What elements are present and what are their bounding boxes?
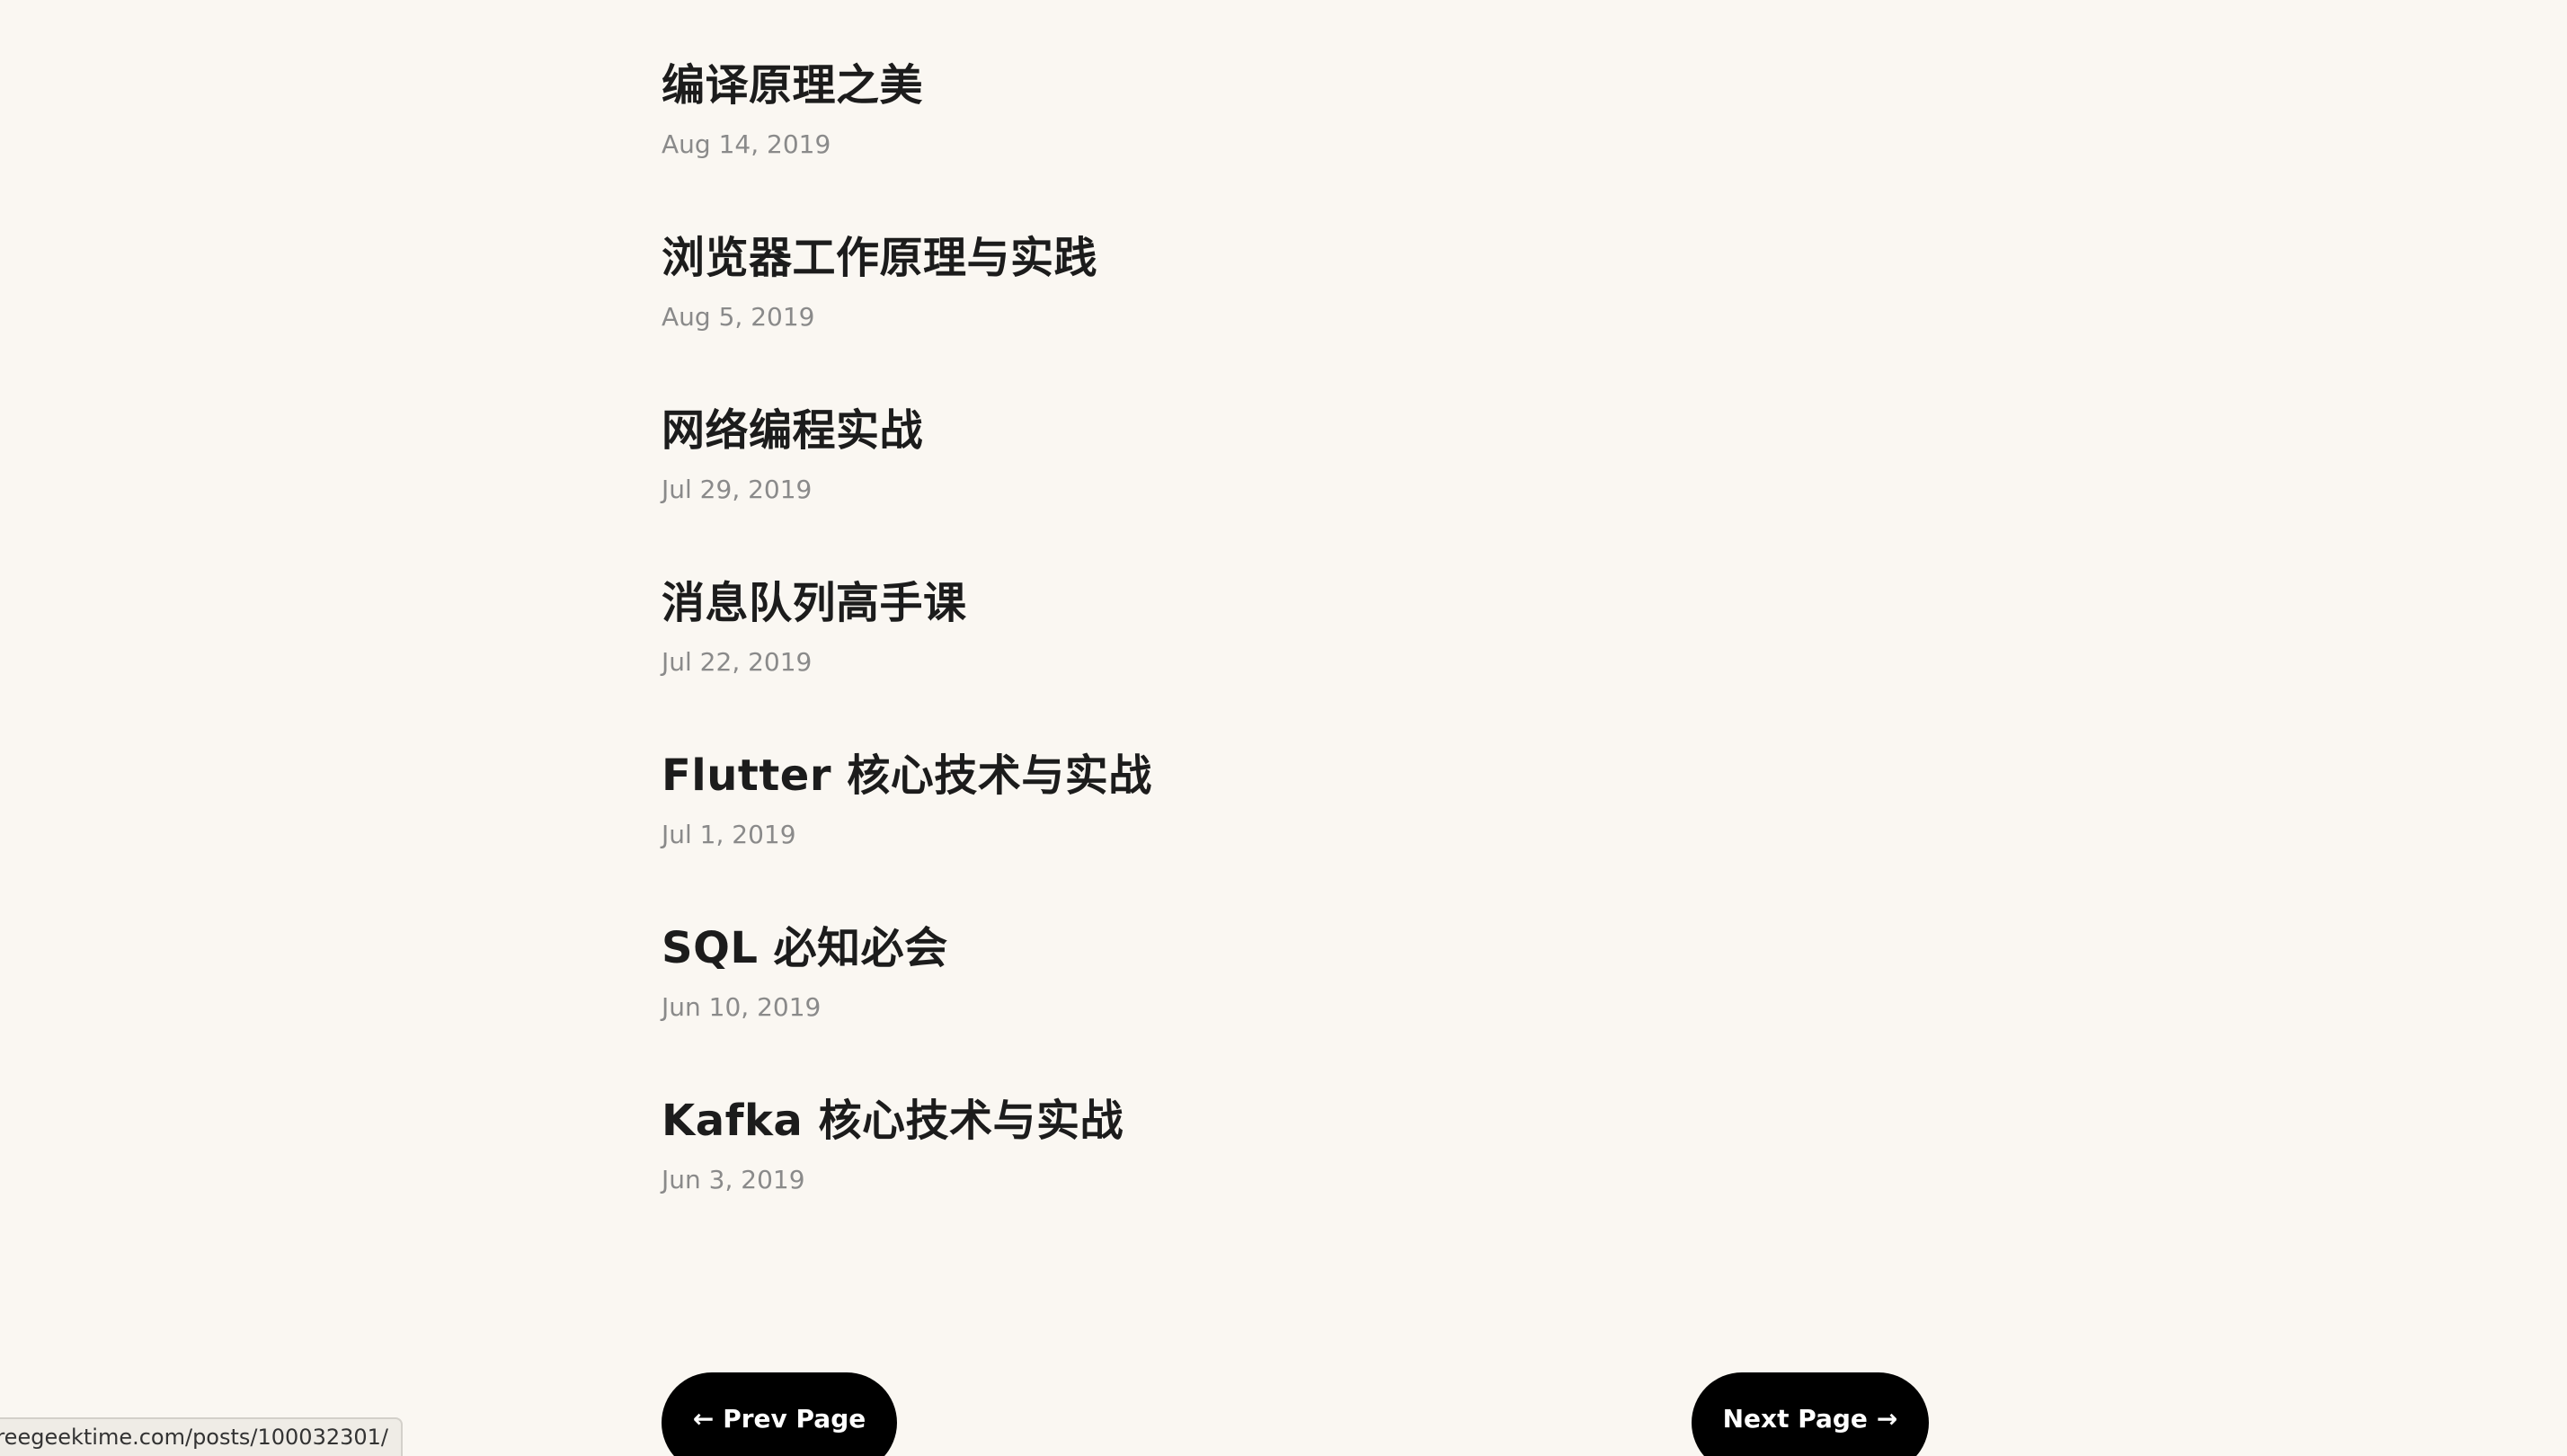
post-item[interactable]: 消息队列高手课 Jul 22, 2019: [662, 566, 1929, 739]
arrow-left-icon: ←: [692, 1404, 715, 1434]
post-item[interactable]: 编译原理之美 Aug 14, 2019: [662, 49, 1929, 221]
prev-page-label: Prev Page: [723, 1404, 866, 1434]
post-date: Jul 1, 2019: [662, 820, 796, 849]
post-title-link[interactable]: 消息队列高手课: [662, 566, 1929, 640]
arrow-right-icon: →: [1876, 1404, 1898, 1434]
next-page-button[interactable]: Next Page →: [1692, 1372, 1929, 1456]
post-title-link[interactable]: SQL 必知必会: [662, 911, 1929, 985]
next-page-label: Next Page: [1722, 1404, 1868, 1434]
pagination: ← Prev Page Next Page →: [662, 1372, 1929, 1456]
prev-page-button[interactable]: ← Prev Page: [662, 1372, 897, 1456]
post-item[interactable]: 浏览器工作原理与实践 Aug 5, 2019: [662, 221, 1929, 394]
status-url: https://freegeektime.com/posts/100032301…: [0, 1425, 388, 1450]
post-title-link[interactable]: 编译原理之美: [662, 49, 1929, 122]
link-status-bar: https://freegeektime.com/posts/100032301…: [0, 1417, 403, 1456]
post-date: Jul 29, 2019: [662, 475, 813, 504]
post-item[interactable]: Flutter 核心技术与实战 Jul 1, 2019: [662, 739, 1929, 911]
post-title-link[interactable]: Flutter 核心技术与实战: [662, 739, 1929, 812]
post-date: Jul 22, 2019: [662, 647, 813, 677]
post-date: Jun 3, 2019: [662, 1165, 805, 1194]
post-date: Aug 14, 2019: [662, 129, 831, 159]
post-title-link[interactable]: 浏览器工作原理与实践: [662, 221, 1929, 295]
post-date: Jun 10, 2019: [662, 992, 822, 1022]
post-date: Aug 5, 2019: [662, 302, 815, 332]
post-item[interactable]: Kafka 核心技术与实战 Jun 3, 2019: [662, 1084, 1929, 1256]
post-list: 编译原理之美 Aug 14, 2019 浏览器工作原理与实践 Aug 5, 20…: [662, 49, 1929, 1256]
post-title-link[interactable]: Kafka 核心技术与实战: [662, 1084, 1929, 1158]
post-title-link[interactable]: 网络编程实战: [662, 394, 1929, 467]
post-item[interactable]: SQL 必知必会 Jun 10, 2019: [662, 911, 1929, 1084]
post-item[interactable]: 网络编程实战 Jul 29, 2019: [662, 394, 1929, 566]
